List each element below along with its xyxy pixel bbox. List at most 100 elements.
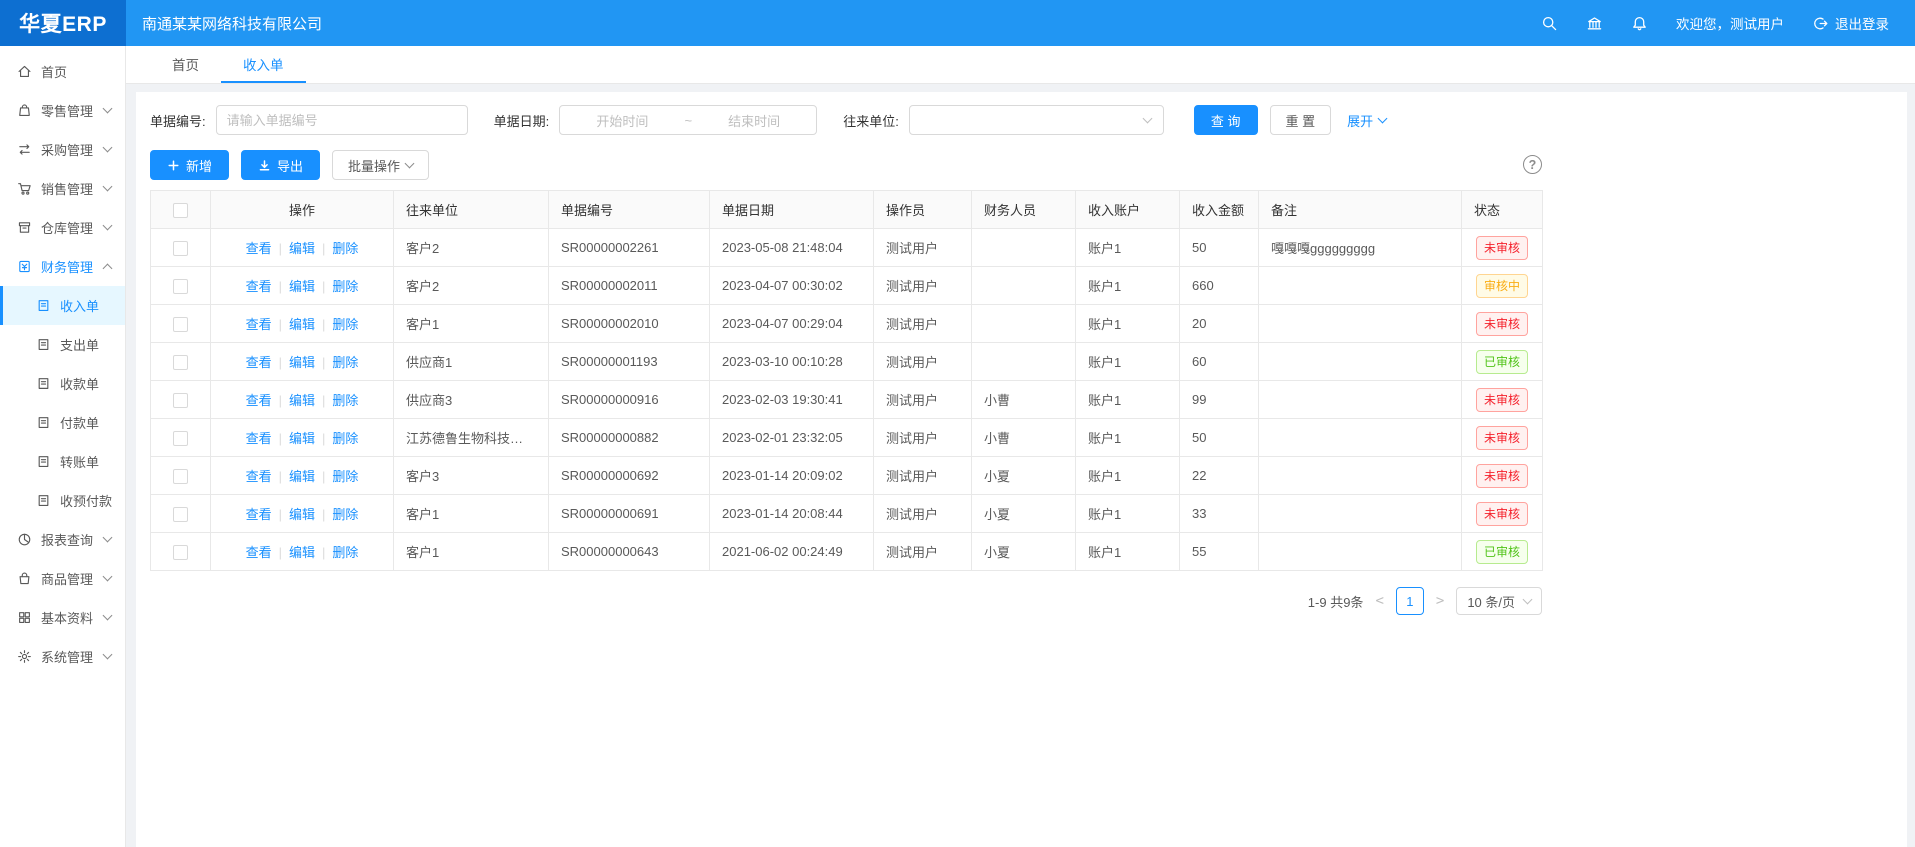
sidebar-item-home[interactable]: 首页 — [0, 52, 125, 91]
row-checkbox[interactable] — [173, 393, 188, 408]
edit-link[interactable]: 编辑 — [289, 507, 315, 522]
sidebar-subitem[interactable]: 收预付款 — [0, 481, 125, 520]
reset-button[interactable]: 重 置 — [1270, 105, 1332, 135]
row-checkbox[interactable] — [173, 241, 188, 256]
edit-link[interactable]: 编辑 — [289, 355, 315, 370]
help-icon[interactable]: ? — [1523, 155, 1542, 174]
doc-no-cell: SR00000000882 — [549, 419, 710, 457]
view-link[interactable]: 查看 — [246, 469, 272, 484]
edit-link[interactable]: 编辑 — [289, 279, 315, 294]
account-cell: 账户1 — [1076, 229, 1180, 267]
sidebar-item-basic[interactable]: 基本资料 — [0, 598, 125, 637]
doc-no-cell: SR00000000691 — [549, 495, 710, 533]
delete-link[interactable]: 删除 — [332, 507, 358, 522]
row-checkbox[interactable] — [173, 431, 188, 446]
sidebar-item-retail[interactable]: 零售管理 — [0, 91, 125, 130]
document-icon — [36, 415, 51, 430]
delete-link[interactable]: 删除 — [332, 431, 358, 446]
search-icon[interactable] — [1541, 15, 1558, 32]
sidebar-item-system[interactable]: 系统管理 — [0, 637, 125, 676]
sidebar-subitem[interactable]: 支出单 — [0, 325, 125, 364]
delete-link[interactable]: 删除 — [332, 279, 358, 294]
sidebar-subitem[interactable]: 付款单 — [0, 403, 125, 442]
tab-income-doc[interactable]: 收入单 — [221, 46, 306, 83]
logout-button[interactable]: 退出登录 — [1812, 13, 1889, 33]
status-badge: 已审核 — [1476, 540, 1528, 564]
view-link[interactable]: 查看 — [246, 317, 272, 332]
bank-icon[interactable] — [1586, 15, 1603, 32]
amount-cell: 60 — [1180, 343, 1259, 381]
page-size-select[interactable]: 10 条/页 — [1456, 587, 1542, 615]
content-area: 首页 收入单 单据编号: 单据日期: 开始时间 ~ — [126, 46, 1915, 847]
tab-bar: 首页 收入单 — [126, 46, 1915, 84]
download-icon — [258, 159, 271, 172]
delete-link[interactable]: 删除 — [332, 545, 358, 560]
sidebar-item-purchase[interactable]: 采购管理 — [0, 130, 125, 169]
batch-actions-button[interactable]: 批量操作 — [332, 150, 429, 180]
action-separator: | — [322, 469, 325, 484]
edit-link[interactable]: 编辑 — [289, 241, 315, 256]
delete-link[interactable]: 删除 — [332, 355, 358, 370]
view-link[interactable]: 查看 — [246, 241, 272, 256]
tab-home[interactable]: 首页 — [150, 46, 221, 83]
finance-icon — [17, 259, 32, 274]
status-cell: 未审核 — [1462, 419, 1543, 457]
select-all-checkbox[interactable] — [173, 203, 188, 218]
export-button[interactable]: 导出 — [241, 150, 320, 180]
sidebar-subitem[interactable]: 收入单 — [0, 286, 125, 325]
row-checkbox[interactable] — [173, 545, 188, 560]
operator-cell: 测试用户 — [874, 229, 972, 267]
account-cell: 账户1 — [1076, 495, 1180, 533]
view-link[interactable]: 查看 — [246, 355, 272, 370]
add-button[interactable]: 新增 — [150, 150, 229, 180]
search-button[interactable]: 查 询 — [1194, 105, 1258, 135]
document-icon — [36, 298, 51, 313]
sidebar-item-sales[interactable]: 销售管理 — [0, 169, 125, 208]
status-cell: 已审核 — [1462, 533, 1543, 571]
table-row: 查看|编辑|删除江苏德鲁生物科技有限...SR000000008822023-0… — [151, 419, 1543, 457]
warehouse-icon — [17, 220, 32, 235]
basic-icon — [17, 610, 32, 625]
sidebar-item-goods[interactable]: 商品管理 — [0, 559, 125, 598]
view-link[interactable]: 查看 — [246, 393, 272, 408]
finance-staff-cell — [972, 343, 1076, 381]
date-range-input[interactable]: 开始时间 ~ 结束时间 — [559, 105, 817, 135]
view-link[interactable]: 查看 — [246, 431, 272, 446]
app-logo[interactable]: 华夏ERP — [0, 0, 126, 46]
sidebar-subitem[interactable]: 转账单 — [0, 442, 125, 481]
col-org: 往来单位 — [394, 191, 549, 229]
next-page-icon[interactable]: > — [1434, 593, 1446, 609]
edit-link[interactable]: 编辑 — [289, 431, 315, 446]
row-checkbox[interactable] — [173, 317, 188, 332]
sidebar-item-warehouse[interactable]: 仓库管理 — [0, 208, 125, 247]
expand-filters-link[interactable]: 展开 — [1347, 111, 1386, 130]
prev-page-icon[interactable]: < — [1373, 593, 1385, 609]
sidebar-item-finance[interactable]: 财务管理 — [0, 247, 125, 286]
sidebar-subitem[interactable]: 收款单 — [0, 364, 125, 403]
view-link[interactable]: 查看 — [246, 279, 272, 294]
current-page-button[interactable]: 1 — [1396, 587, 1424, 615]
delete-link[interactable]: 删除 — [332, 469, 358, 484]
edit-link[interactable]: 编辑 — [289, 317, 315, 332]
edit-link[interactable]: 编辑 — [289, 545, 315, 560]
account-cell: 账户1 — [1076, 533, 1180, 571]
company-name: 南通某某网络科技有限公司 — [142, 13, 322, 34]
doc-no-cell: SR00000001193 — [549, 343, 710, 381]
row-checkbox[interactable] — [173, 355, 188, 370]
row-checkbox[interactable] — [173, 469, 188, 484]
row-actions-cell: 查看|编辑|删除 — [211, 229, 394, 267]
income-table: 操作 往来单位 单据编号 单据日期 操作员 财务人员 收入账户 收入金额 备注 — [150, 190, 1543, 571]
row-checkbox[interactable] — [173, 507, 188, 522]
view-link[interactable]: 查看 — [246, 507, 272, 522]
org-select[interactable] — [909, 105, 1164, 135]
view-link[interactable]: 查看 — [246, 545, 272, 560]
doc-no-input[interactable] — [216, 105, 468, 135]
bell-icon[interactable] — [1631, 15, 1648, 32]
edit-link[interactable]: 编辑 — [289, 393, 315, 408]
row-checkbox[interactable] — [173, 279, 188, 294]
delete-link[interactable]: 删除 — [332, 317, 358, 332]
delete-link[interactable]: 删除 — [332, 393, 358, 408]
edit-link[interactable]: 编辑 — [289, 469, 315, 484]
delete-link[interactable]: 删除 — [332, 241, 358, 256]
sidebar-item-report[interactable]: 报表查询 — [0, 520, 125, 559]
